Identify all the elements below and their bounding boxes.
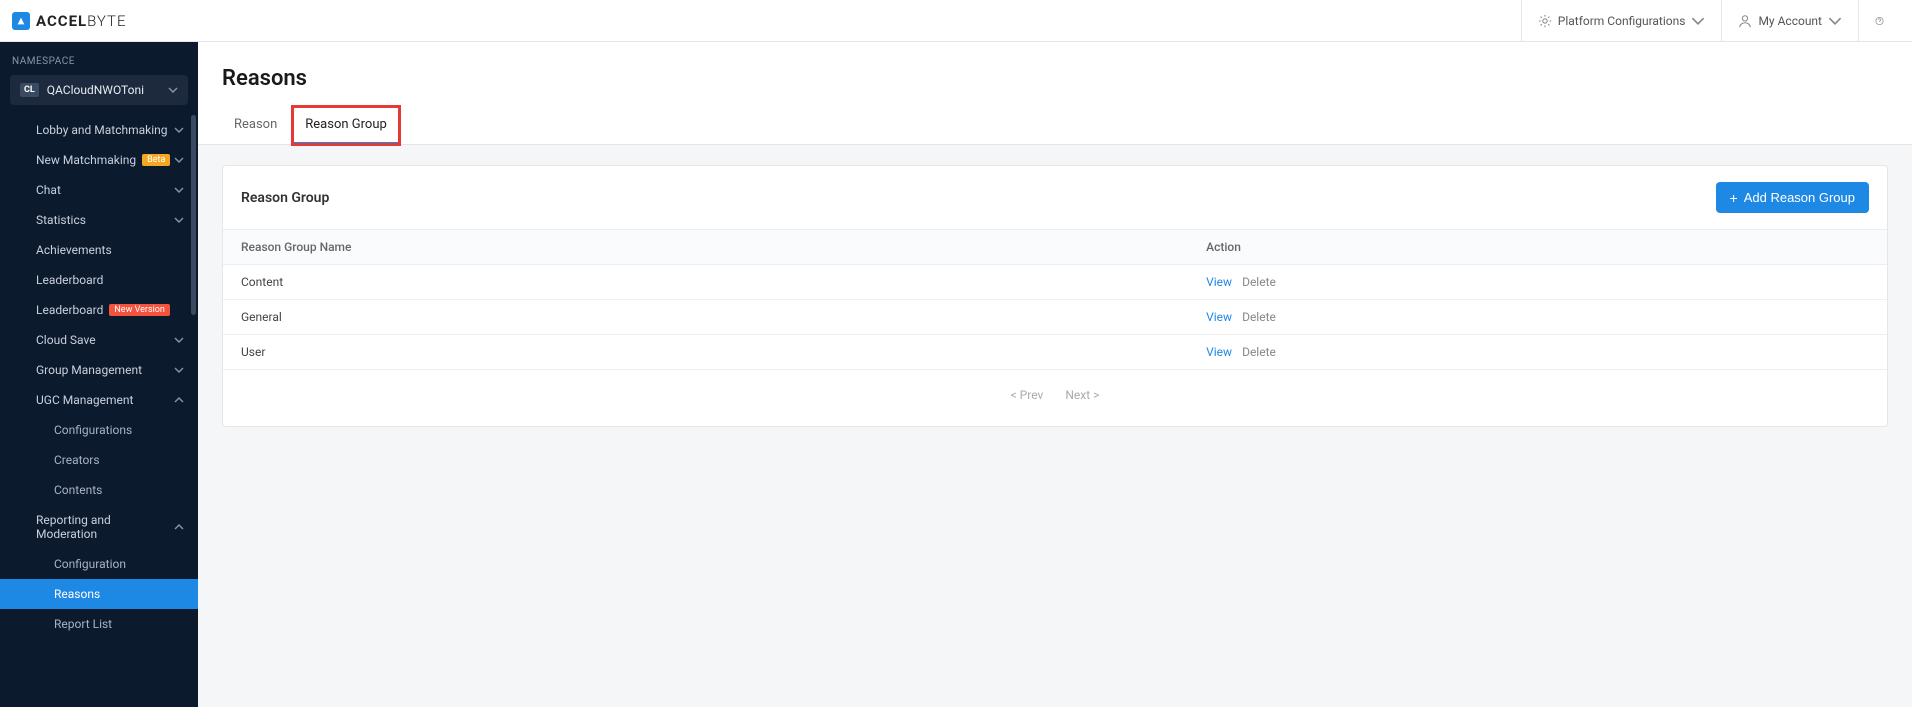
sidebar-item-chat[interactable]: Chat (0, 175, 198, 205)
sidebar: NAMESPACE CL QACloudNWOToni Lobby and Ma… (0, 42, 198, 707)
add-reason-group-button[interactable]: + Add Reason Group (1716, 182, 1869, 213)
platform-config-dropdown[interactable]: Platform Configurations (1521, 0, 1722, 42)
delete-link[interactable]: Delete (1242, 310, 1276, 324)
tab-reason-group[interactable]: Reason Group (293, 107, 399, 144)
namespace-name: QACloudNWOToni (47, 83, 160, 97)
tab-reason[interactable]: Reason (222, 107, 289, 144)
sidebar-item-statistics[interactable]: Statistics (0, 205, 198, 235)
logo[interactable]: ACCELBYTE (12, 12, 127, 30)
help-icon (1875, 14, 1884, 28)
sidebar-item-label: Configurations (54, 423, 132, 437)
view-link[interactable]: View (1206, 275, 1232, 289)
row-actions: View Delete (1188, 265, 1887, 300)
row-name: User (223, 335, 1188, 370)
sidebar-item-label: Creators (54, 453, 100, 467)
sidebar-item-group-management[interactable]: Group Management (0, 355, 198, 385)
chevron-down-icon (174, 335, 184, 345)
sidebar-item-label: UGC Management (36, 393, 133, 407)
tabs: ReasonReason Group (198, 91, 1912, 145)
sidebar-item-contents[interactable]: Contents (0, 475, 198, 505)
sidebar-item-label: Achievements (36, 243, 112, 257)
sidebar-item-ugc-management[interactable]: UGC Management (0, 385, 198, 415)
pagination: < Prev Next > (223, 370, 1887, 426)
sidebar-item-lobby-and-matchmaking[interactable]: Lobby and Matchmaking (0, 115, 198, 145)
sidebar-item-label: Cloud Save (36, 333, 96, 347)
sidebar-item-report-list[interactable]: Report List (0, 609, 198, 639)
logo-icon (12, 12, 30, 30)
sidebar-menu: Lobby and Matchmaking New Matchmaking Beta… (0, 115, 198, 639)
sidebar-item-configurations[interactable]: Configurations (0, 415, 198, 445)
sidebar-item-label: Chat (36, 183, 61, 197)
main-content: Reasons ReasonReason Group Reason Group … (198, 42, 1912, 707)
gear-icon (1538, 14, 1552, 28)
chevron-down-icon (174, 185, 184, 195)
chevron-down-icon (174, 215, 184, 225)
my-account-label: My Account (1758, 14, 1822, 28)
row-actions: View Delete (1188, 300, 1887, 335)
chevron-down-icon (1828, 14, 1842, 28)
view-link[interactable]: View (1206, 310, 1232, 324)
user-icon (1738, 14, 1752, 28)
chevron-up-icon (174, 522, 184, 532)
reason-group-panel: Reason Group + Add Reason Group Reason G… (222, 165, 1888, 427)
new-version-badge: New Version (109, 304, 169, 316)
logo-text: ACCELBYTE (36, 12, 127, 30)
sidebar-item-reporting-and-moderation[interactable]: Reporting and Moderation (0, 505, 198, 549)
chevron-up-icon (174, 395, 184, 405)
table-row: User View Delete (223, 335, 1887, 370)
row-name: Content (223, 265, 1188, 300)
panel-header: Reason Group + Add Reason Group (223, 166, 1887, 229)
prev-page[interactable]: < Prev (1011, 388, 1044, 402)
sidebar-item-label: Lobby and Matchmaking (36, 123, 168, 137)
sidebar-item-cloud-save[interactable]: Cloud Save (0, 325, 198, 355)
panel-title: Reason Group (241, 190, 329, 206)
chevron-down-icon (174, 365, 184, 375)
sidebar-item-configuration[interactable]: Configuration (0, 549, 198, 579)
sidebar-item-leaderboard[interactable]: Leaderboard New Version (0, 295, 198, 325)
sidebar-item-label: Leaderboard (36, 273, 103, 287)
sidebar-item-label: Reporting and Moderation (36, 513, 174, 541)
sidebar-item-creators[interactable]: Creators (0, 445, 198, 475)
add-button-label: Add Reason Group (1744, 190, 1855, 205)
row-actions: View Delete (1188, 335, 1887, 370)
beta-badge: Beta (142, 154, 170, 166)
row-name: General (223, 300, 1188, 335)
chevron-down-icon (174, 125, 184, 135)
my-account-dropdown[interactable]: My Account (1721, 0, 1858, 42)
namespace-label: NAMESPACE (0, 42, 198, 75)
sidebar-item-label: Report List (54, 617, 112, 631)
platform-config-label: Platform Configurations (1558, 14, 1686, 28)
table-row: General View Delete (223, 300, 1887, 335)
sidebar-item-label: Group Management (36, 363, 142, 377)
delete-link[interactable]: Delete (1242, 275, 1276, 289)
table-row: Content View Delete (223, 265, 1887, 300)
sidebar-item-label: Statistics (36, 213, 86, 227)
chevron-down-icon (1691, 14, 1705, 28)
delete-link[interactable]: Delete (1242, 345, 1276, 359)
namespace-badge: CL (20, 83, 39, 97)
sidebar-item-label: New Matchmaking (36, 153, 136, 167)
sidebar-item-label: Leaderboard (36, 303, 103, 317)
view-link[interactable]: View (1206, 345, 1232, 359)
page-title: Reasons (198, 42, 1912, 91)
column-header-action: Action (1188, 230, 1887, 265)
namespace-selector[interactable]: CL QACloudNWOToni (10, 75, 188, 105)
sidebar-item-reasons[interactable]: Reasons (0, 579, 198, 609)
sidebar-item-label: Configuration (54, 557, 126, 571)
chevron-down-icon (174, 155, 184, 165)
next-page[interactable]: Next > (1065, 388, 1099, 402)
help-button[interactable] (1858, 0, 1900, 42)
sidebar-item-label: Reasons (54, 587, 100, 601)
top-header: ACCELBYTE Platform Configurations My Acc… (0, 0, 1912, 42)
chevron-down-icon (168, 85, 178, 95)
sidebar-item-leaderboard[interactable]: Leaderboard (0, 265, 198, 295)
sidebar-item-new-matchmaking[interactable]: New Matchmaking Beta (0, 145, 198, 175)
plus-icon: + (1730, 191, 1738, 205)
sidebar-item-label: Contents (54, 483, 102, 497)
reason-group-table: Reason Group Name Action Content View Dele… (223, 229, 1887, 370)
scrollbar[interactable] (191, 115, 196, 315)
sidebar-item-achievements[interactable]: Achievements (0, 235, 198, 265)
column-header-name: Reason Group Name (223, 230, 1188, 265)
